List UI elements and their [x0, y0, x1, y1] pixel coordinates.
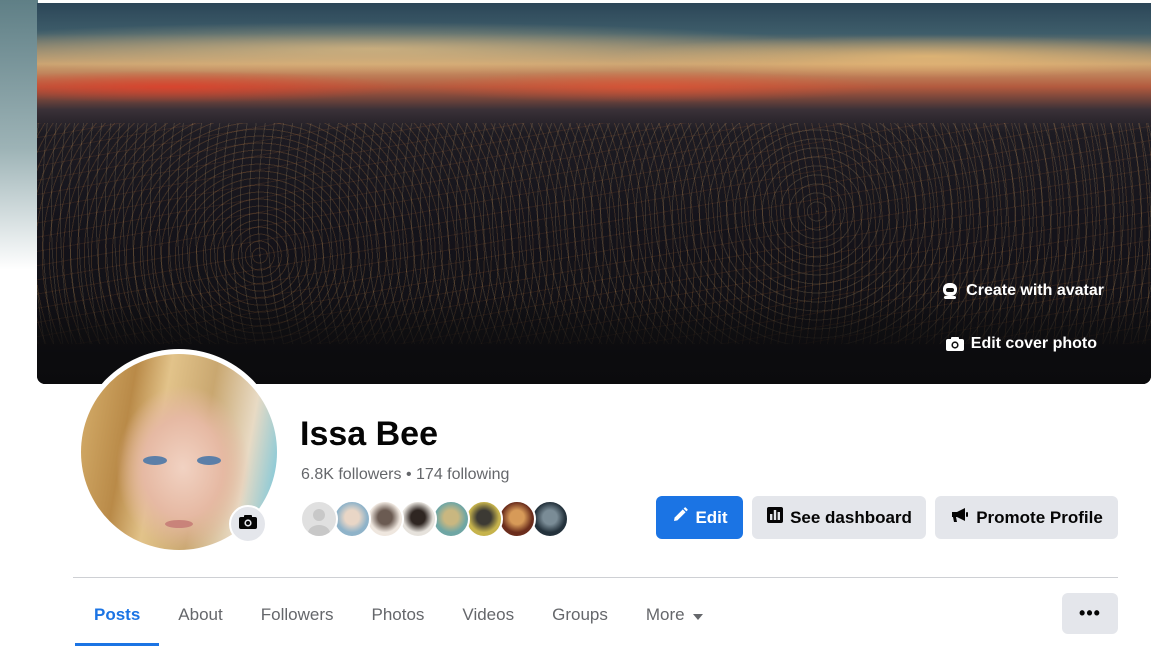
- follower-avatar[interactable]: [498, 500, 536, 538]
- tab-label: About: [178, 604, 223, 624]
- follower-stats: 6.8K followers • 174 following: [301, 466, 509, 484]
- edit-profile-button[interactable]: Edit: [656, 496, 743, 539]
- follower-avatar[interactable]: [531, 500, 569, 538]
- caret-down-icon: [692, 605, 703, 625]
- tab-more[interactable]: More: [627, 583, 722, 646]
- tab-posts[interactable]: Posts: [75, 583, 160, 646]
- tab-label: Followers: [260, 604, 334, 624]
- promote-profile-label: Promote Profile: [976, 507, 1103, 527]
- create-with-avatar-button[interactable]: Create with avatar: [940, 281, 1104, 301]
- tab-label: Groups: [552, 604, 608, 624]
- edit-cover-photo-button[interactable]: Edit cover photo: [945, 334, 1097, 354]
- tab-videos[interactable]: Videos: [443, 583, 533, 646]
- edit-label: Edit: [695, 507, 728, 527]
- avatar-lips: [165, 520, 193, 528]
- camera-icon: [238, 513, 258, 536]
- create-with-avatar-label: Create with avatar: [966, 282, 1104, 299]
- edit-cover-photo-label: Edit cover photo: [970, 335, 1097, 352]
- follower-avatar[interactable]: [333, 500, 371, 538]
- stats-separator: •: [405, 466, 412, 483]
- tab-label: Photos: [371, 604, 425, 624]
- follower-avatar[interactable]: [432, 500, 470, 538]
- bar-chart-icon: [766, 506, 784, 529]
- left-edge-decoration: [0, 0, 38, 270]
- avatar-eye-left: [143, 456, 167, 465]
- avatar-eye-right: [197, 456, 221, 465]
- following-count[interactable]: 174 following: [416, 466, 509, 483]
- see-dashboard-button[interactable]: See dashboard: [752, 496, 926, 539]
- followers-count[interactable]: 6.8K followers: [301, 466, 402, 483]
- cover-photo: Create with avatar Edit cover photo: [37, 3, 1151, 384]
- tab-groups[interactable]: Groups: [533, 583, 627, 646]
- pencil-icon: [671, 506, 689, 529]
- promote-profile-button[interactable]: Promote Profile: [935, 496, 1118, 539]
- tab-photos[interactable]: Photos: [352, 583, 443, 646]
- tab-label: More: [645, 604, 685, 624]
- tabs-divider: [73, 577, 1118, 578]
- tab-label: Videos: [462, 604, 515, 624]
- tab-about[interactable]: About: [159, 583, 241, 646]
- tab-followers[interactable]: Followers: [242, 583, 353, 646]
- profile-name: Issa Bee: [300, 415, 438, 453]
- ellipsis-icon: •••: [1079, 603, 1101, 623]
- more-options-button[interactable]: •••: [1062, 593, 1118, 634]
- avatar-icon: [940, 281, 960, 301]
- follower-avatar[interactable]: [465, 500, 503, 538]
- follower-avatar[interactable]: [399, 500, 437, 538]
- see-dashboard-label: See dashboard: [790, 507, 912, 527]
- follower-avatars: [300, 500, 569, 538]
- follower-avatar[interactable]: [366, 500, 404, 538]
- default-user-icon: [308, 509, 330, 536]
- profile-tabs: Posts About Followers Photos Videos Grou…: [75, 583, 722, 648]
- update-profile-picture-button[interactable]: [229, 505, 267, 543]
- megaphone-icon: [950, 506, 970, 529]
- camera-icon: [945, 334, 965, 354]
- tab-label: Posts: [94, 604, 141, 624]
- follower-avatar[interactable]: [300, 500, 338, 538]
